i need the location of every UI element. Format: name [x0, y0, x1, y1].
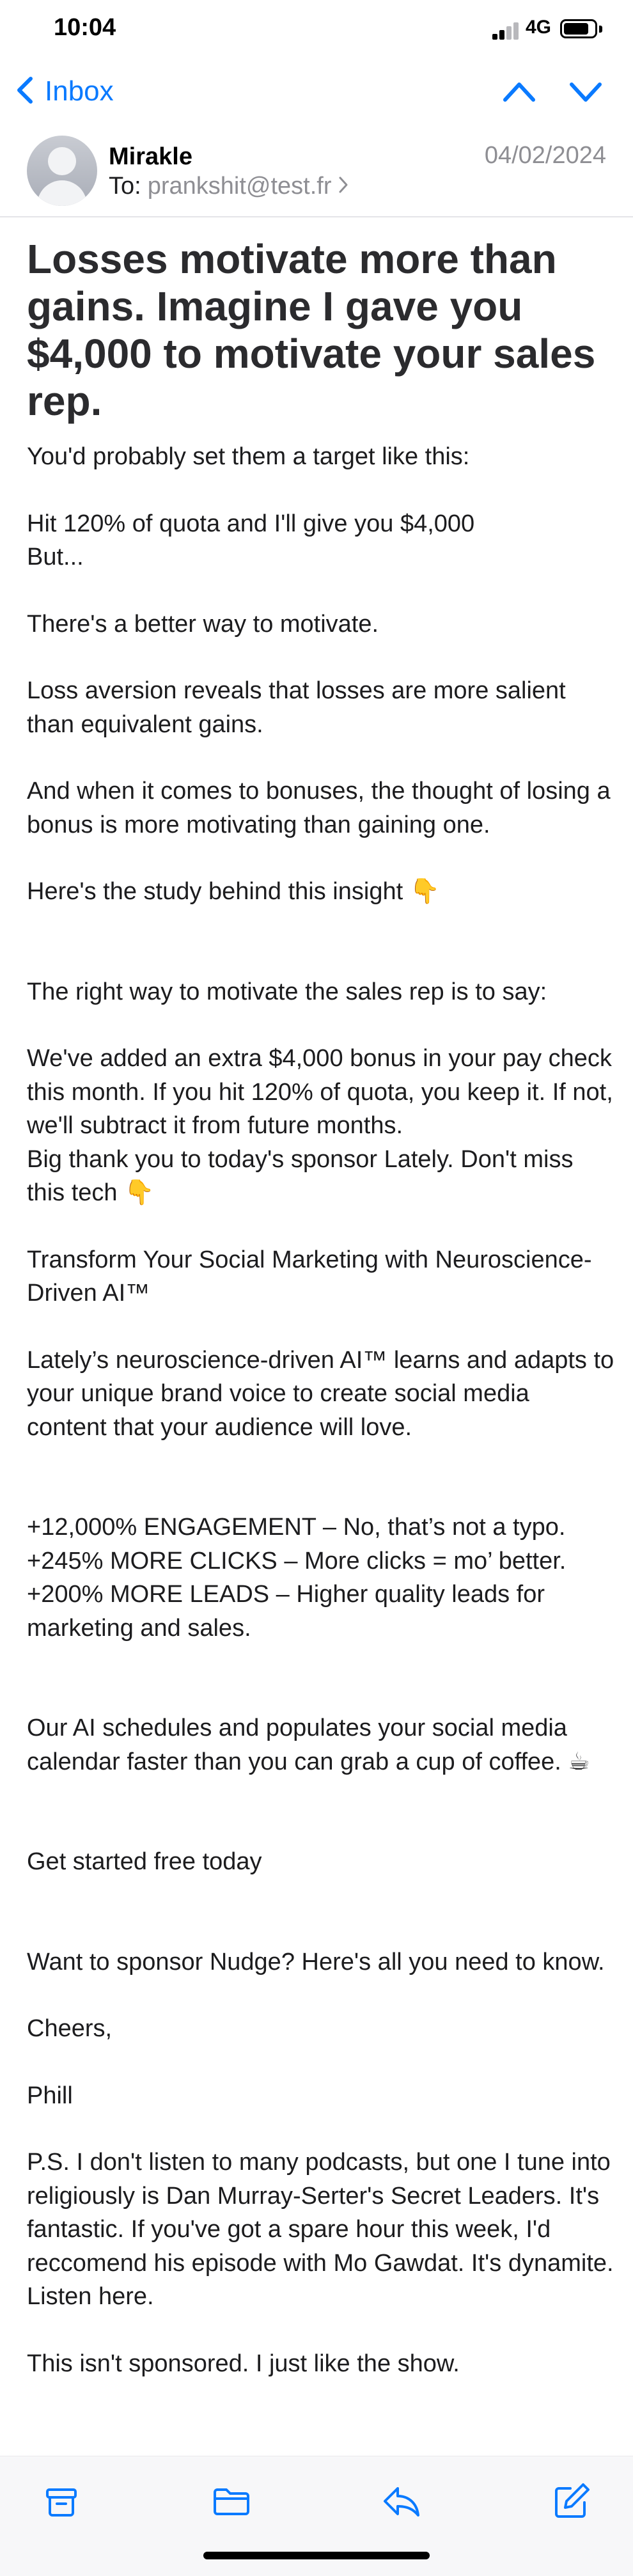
avatar[interactable]	[27, 136, 97, 206]
sender-name[interactable]: Mirakle	[109, 143, 192, 171]
status-bar: 10:04 4G	[0, 0, 633, 61]
chevron-down-icon	[567, 82, 605, 114]
stats-list: +12,000% ENGAGEMENT – No, that’s not a t…	[27, 1514, 567, 1642]
body-paragraph: And when it comes to bonuses, the though…	[27, 778, 611, 838]
previous-message-button[interactable]	[500, 73, 538, 111]
body-paragraph: Loss aversion reveals that losses are mo…	[27, 677, 566, 738]
sponsor-headline[interactable]: Transform Your Social Marketing with Neu…	[27, 1243, 615, 1310]
home-indicator[interactable]	[203, 2552, 430, 2559]
move-to-folder-button[interactable]	[208, 2478, 254, 2524]
body-paragraph[interactable]: Here's the study behind this insight 👇	[27, 875, 615, 909]
compose-icon	[549, 2483, 595, 2527]
get-started-link[interactable]: Get started free today	[27, 1845, 615, 1879]
body-paragraph: Our AI schedules and populates your soci…	[27, 1715, 590, 1775]
message-header: Mirakle To: prankshit@test.fr 04/02/2024	[0, 128, 633, 217]
to-label: To:	[109, 173, 141, 200]
body-paragraph: We've added an extra $4,000 bonus in you…	[27, 1045, 613, 1206]
disclaimer: This isn't sponsored. I just like the sh…	[27, 2350, 460, 2377]
back-label: Inbox	[45, 75, 114, 107]
archive-button[interactable]	[38, 2478, 84, 2524]
message-date: 04/02/2024	[484, 142, 606, 169]
sponsor-link[interactable]: Want to sponsor Nudge? Here's all you ne…	[27, 1945, 615, 1979]
body-paragraph: There's a better way to motivate.	[27, 610, 379, 638]
compose-button[interactable]	[549, 2478, 595, 2524]
body-paragraph: Lately’s neuroscience-driven AI™ learns …	[27, 1346, 614, 1441]
battery-icon	[560, 19, 597, 38]
folder-icon	[208, 2488, 254, 2527]
recipient-line[interactable]: To: prankshit@test.fr	[109, 173, 348, 200]
message-subject: Losses motivate more than gains. Imagine…	[27, 236, 596, 424]
battery-cap	[599, 26, 602, 33]
next-message-button[interactable]	[567, 73, 605, 111]
reply-icon	[379, 2487, 425, 2527]
message-body: You'd probably set them a target like th…	[27, 440, 615, 2380]
status-time: 10:04	[54, 14, 116, 41]
archive-icon	[38, 2488, 84, 2527]
sign-off: Cheers,	[27, 2015, 113, 2042]
back-to-inbox-button[interactable]: Inbox	[13, 69, 114, 114]
signature: Phill	[27, 2082, 73, 2109]
chevron-right-icon	[332, 173, 348, 200]
chevron-up-icon	[500, 82, 538, 114]
body-paragraph: The right way to motivate the sales rep …	[27, 978, 547, 1005]
nav-bar: Inbox	[0, 63, 633, 124]
postscript: P.S. I don't listen to many podcasts, bu…	[27, 2149, 614, 2310]
network-type: 4G	[526, 17, 552, 38]
body-paragraph: You'd probably set them a target like th…	[27, 443, 470, 470]
body-paragraph: Hit 120% of quota and I'll give you $4,0…	[27, 510, 475, 571]
chevron-left-icon	[13, 75, 36, 109]
recipient-address[interactable]: prankshit@test.fr	[148, 173, 332, 200]
cellular-signal-icon	[492, 22, 520, 40]
reply-button[interactable]	[379, 2478, 425, 2524]
